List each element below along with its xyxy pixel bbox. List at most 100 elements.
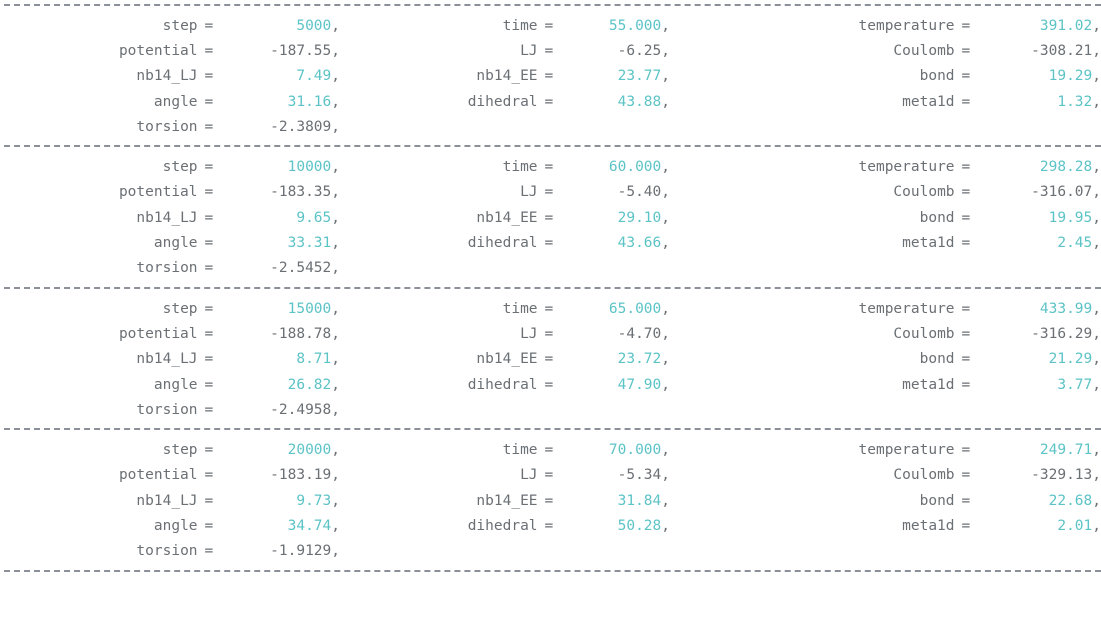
field-label: nb14_LJ xyxy=(136,209,198,226)
field-value: 5000 xyxy=(296,17,332,34)
field-comma: , xyxy=(661,442,670,459)
equals-sign: = xyxy=(544,442,554,459)
field-label: potential xyxy=(118,42,198,59)
equals-sign: = xyxy=(544,235,554,252)
log-field-lj: LJ = -4.70, xyxy=(340,326,670,342)
log-field-torsion: torsion = -2.5452, xyxy=(0,260,340,276)
field-value: -4.70 xyxy=(617,325,662,342)
field-label: bond xyxy=(919,492,955,509)
field-label: LJ xyxy=(520,467,538,484)
field-label: Coulomb xyxy=(893,42,955,59)
field-comma: , xyxy=(1092,42,1101,59)
field-comma: , xyxy=(1092,376,1101,393)
log-field-lj: LJ = -5.40, xyxy=(340,184,670,200)
field-value: 9.65 xyxy=(296,209,332,226)
equals-sign: = xyxy=(204,376,214,393)
field-value: 65.000 xyxy=(608,300,662,317)
field-label: nb14_LJ xyxy=(136,492,198,509)
field-comma: , xyxy=(331,351,340,368)
field-comma: , xyxy=(1092,300,1101,317)
field-label: angle xyxy=(153,376,198,393)
field-value: -6.25 xyxy=(617,42,662,59)
equals-sign: = xyxy=(204,442,214,459)
field-label: torsion xyxy=(136,543,198,560)
log-field-potential: potential = -188.78, xyxy=(0,326,340,342)
field-comma: , xyxy=(331,235,340,252)
field-label: temperature xyxy=(858,442,955,459)
field-value: -187.55 xyxy=(270,42,332,59)
field-value: -2.5452 xyxy=(270,260,332,277)
field-value: 23.72 xyxy=(617,351,662,368)
field-value: 23.77 xyxy=(617,68,662,85)
equals-sign: = xyxy=(544,300,554,317)
log-field-bond: bond = 21.29, xyxy=(670,351,1101,367)
field-comma: , xyxy=(661,42,670,59)
log-row: potential = -183.19, LJ = -5.34, Coulomb = -329.… xyxy=(0,463,1101,488)
field-label: nb14_EE xyxy=(476,492,538,509)
field-value: 391.02 xyxy=(1039,17,1093,34)
field-label: meta1d xyxy=(902,517,955,534)
equals-sign: = xyxy=(204,184,214,201)
field-label: step xyxy=(162,300,198,317)
field-value: -2.3809 xyxy=(270,118,332,135)
field-value: 7.49 xyxy=(296,68,332,85)
field-value: 43.66 xyxy=(617,235,662,252)
field-value: 20000 xyxy=(287,442,332,459)
equals-sign: = xyxy=(961,300,971,317)
log-blocks-container: step = 5000, time = 55.000, temperature = 391.02… xyxy=(0,0,1101,576)
log-field-angle: angle = 34.74, xyxy=(0,518,340,534)
field-value: -316.07 xyxy=(1031,184,1093,201)
field-comma: , xyxy=(331,517,340,534)
log-row: angle = 33.31, dihedral = 43.66, meta1d = 2.45, xyxy=(0,230,1101,255)
equals-sign: = xyxy=(961,17,971,34)
field-label: nb14_EE xyxy=(476,351,538,368)
equals-sign: = xyxy=(961,351,971,368)
field-value: 8.71 xyxy=(296,351,332,368)
field-label: dihedral xyxy=(467,235,538,252)
field-value: 60.000 xyxy=(608,159,662,176)
equals-sign: = xyxy=(204,467,214,484)
field-value: 22.68 xyxy=(1048,492,1093,509)
field-value: 3.77 xyxy=(1057,376,1093,393)
field-label: dihedral xyxy=(467,93,538,110)
log-row: nb14_LJ = 9.73, nb14_EE = 31.84, bond = 22.68, xyxy=(0,488,1101,513)
field-value: 26.82 xyxy=(287,376,332,393)
log-field-meta1d: meta1d = 2.45, xyxy=(670,235,1101,251)
field-comma: , xyxy=(331,17,340,34)
equals-sign: = xyxy=(204,209,214,226)
log-row: step = 5000, time = 55.000, temperature = 391.02… xyxy=(0,13,1101,38)
field-comma: , xyxy=(1092,159,1101,176)
log-field-nb14_lj: nb14_LJ = 8.71, xyxy=(0,351,340,367)
field-comma: , xyxy=(331,118,340,135)
log-field-potential: potential = -187.55, xyxy=(0,43,340,59)
log-row: torsion = -1.9129, xyxy=(0,539,1101,564)
equals-sign: = xyxy=(961,442,971,459)
field-comma: , xyxy=(1092,235,1101,252)
equals-sign: = xyxy=(961,68,971,85)
field-comma: , xyxy=(1092,442,1101,459)
equals-sign: = xyxy=(544,492,554,509)
log-field-coulomb: Coulomb = -316.07, xyxy=(670,184,1101,200)
field-comma: , xyxy=(661,184,670,201)
field-comma: , xyxy=(661,467,670,484)
field-value: -1.9129 xyxy=(270,543,332,560)
field-label: Coulomb xyxy=(893,325,955,342)
field-comma: , xyxy=(331,68,340,85)
field-value: 29.10 xyxy=(617,209,662,226)
field-label: temperature xyxy=(858,159,955,176)
dashed-rule xyxy=(4,569,1101,572)
field-label: nb14_LJ xyxy=(136,68,198,85)
field-comma: , xyxy=(1092,184,1101,201)
log-field-step: step = 15000, xyxy=(0,301,340,317)
field-label: temperature xyxy=(858,300,955,317)
log-field-torsion: torsion = -2.3809, xyxy=(0,119,340,135)
field-comma: , xyxy=(661,159,670,176)
field-value: 31.16 xyxy=(287,93,332,110)
log-row: nb14_LJ = 7.49, nb14_EE = 23.77, bond = 19.29, xyxy=(0,64,1101,89)
log-field-potential: potential = -183.19, xyxy=(0,467,340,483)
field-comma: , xyxy=(331,300,340,317)
field-comma: , xyxy=(331,442,340,459)
equals-sign: = xyxy=(204,401,214,418)
simulation-log-console[interactable]: step = 5000, time = 55.000, temperature = 391.02… xyxy=(0,0,1101,619)
field-value: -5.34 xyxy=(617,467,662,484)
